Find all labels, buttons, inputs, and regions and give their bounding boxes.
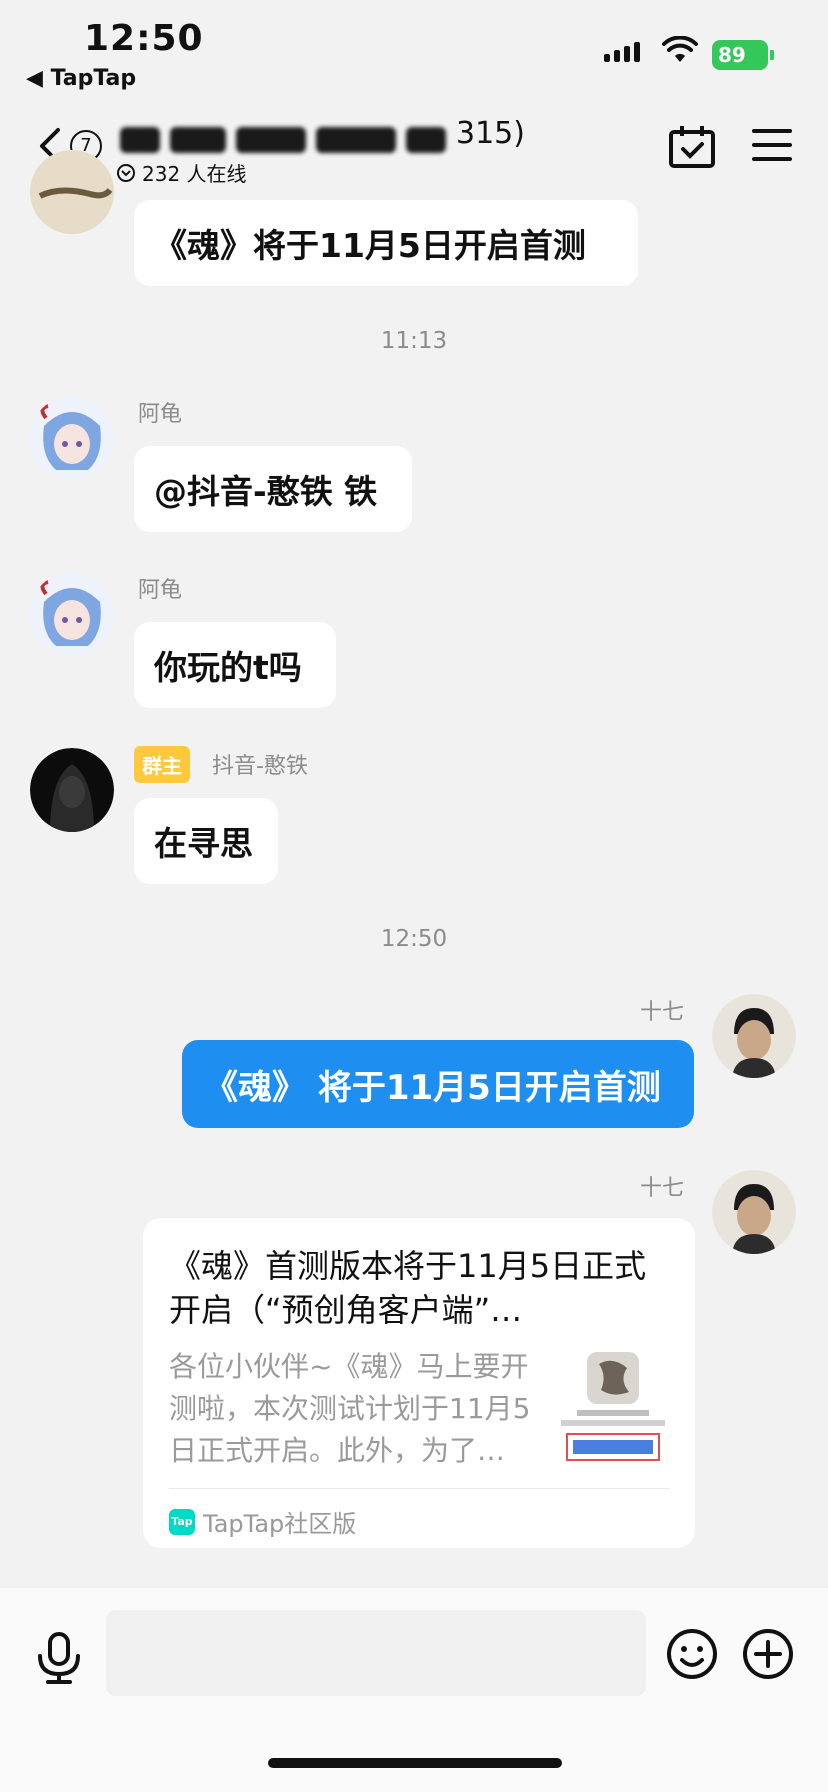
card-source-label: TapTap社区版 [203, 1510, 357, 1538]
battery-level: 89 [718, 43, 746, 67]
message-bubble[interactable]: 在寻思 [134, 798, 278, 884]
message-text: 你玩的t吗 [154, 648, 302, 687]
message-bubble[interactable]: 《魂》将于11月5日开启首测 [134, 200, 638, 286]
message-text: @抖音-憨铁 铁 [154, 472, 378, 511]
chevron-down-circle-icon [117, 163, 135, 182]
avatar[interactable] [30, 150, 114, 234]
card-thumbnail [557, 1346, 669, 1466]
battery-icon: 89 [712, 40, 774, 70]
avatar[interactable] [30, 748, 114, 832]
group-title-suffix: 315) [456, 116, 525, 151]
avatar[interactable] [712, 994, 796, 1078]
message-text: 在寻思 [154, 824, 253, 863]
group-title-redacted [120, 122, 450, 158]
avatar[interactable] [30, 396, 114, 480]
cellular-signal-icon [604, 42, 640, 62]
avatar[interactable] [30, 572, 114, 656]
online-count[interactable]: 232 人在线 [116, 158, 247, 187]
message-bubble[interactable]: 你玩的t吗 [134, 622, 336, 708]
wifi-icon [662, 35, 698, 68]
add-attachment-icon[interactable] [742, 1628, 794, 1684]
sender-name: 阿龟 [138, 578, 183, 603]
input-bar [0, 1588, 828, 1792]
link-preview-card[interactable]: 《魂》首测版本将于11月5日正式开启（“预创角客户端”… 各位小伙伴~《魂》马上… [143, 1218, 695, 1548]
message-input[interactable] [106, 1610, 646, 1696]
back-to-app-link[interactable]: ◀ TapTap [26, 66, 136, 91]
group-owner-badge: 群主 [134, 746, 190, 783]
calendar-check-icon[interactable] [668, 124, 716, 174]
status-bar: 12:50 ◀ TapTap 89 [0, 0, 828, 96]
card-title: 《魂》首测版本将于11月5日正式开启（“预创角客户端”… [169, 1247, 647, 1329]
home-indicator[interactable] [268, 1758, 562, 1768]
message-text: 《魂》将于11月5日开启首测 [154, 226, 586, 265]
taptap-logo-icon: Tap [169, 1508, 195, 1535]
message-text: 《魂》 将于11月5日开启首测 [204, 1067, 661, 1108]
message-bubble[interactable]: @抖音-憨铁 铁 [134, 446, 412, 532]
sender-name: 十七 [640, 1000, 685, 1025]
card-divider [169, 1488, 669, 1489]
microphone-icon[interactable] [36, 1632, 82, 1688]
card-source: Tap TapTap社区版 [169, 1504, 356, 1539]
outgoing-message-bubble[interactable]: 《魂》 将于11月5日开启首测 [182, 1040, 694, 1128]
card-description: 各位小伙伴~《魂》马上要开测啦，本次测试计划于11月5日正式开启。此外，为了… [169, 1350, 531, 1467]
sender-name: 抖音-憨铁 [212, 754, 308, 779]
sender-name: 阿龟 [138, 402, 183, 427]
online-count-label: 232 人在线 [142, 162, 247, 186]
chat-header: 7 315) 232 人在线 [0, 96, 828, 196]
timestamp: 11:13 [380, 328, 448, 354]
status-time: 12:50 [84, 18, 204, 59]
avatar[interactable] [712, 1170, 796, 1254]
menu-icon[interactable] [752, 128, 792, 166]
timestamp: 12:50 [380, 926, 448, 952]
sender-name: 十七 [640, 1176, 685, 1201]
emoji-icon[interactable] [666, 1628, 718, 1684]
